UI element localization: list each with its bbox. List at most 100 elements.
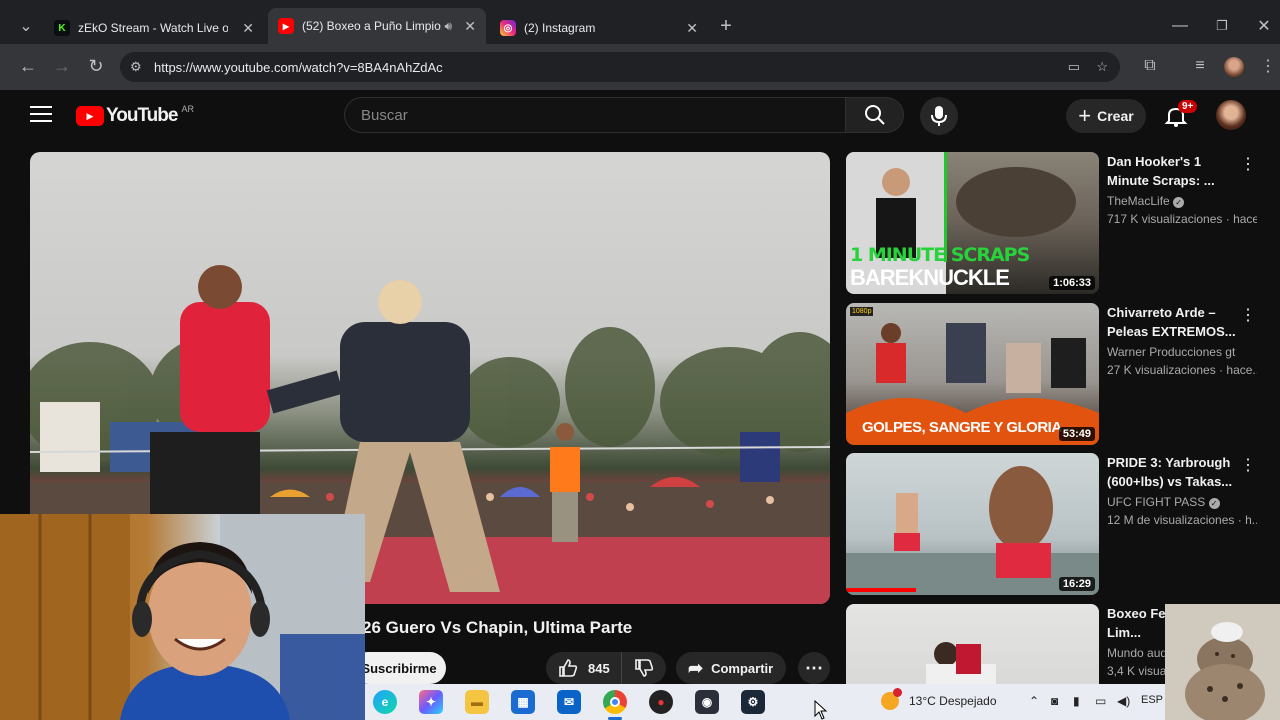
more-horizontal-icon: ⋯ [805,657,823,678]
close-icon[interactable]: ✕ [464,18,476,35]
plus-icon: + [1078,103,1092,128]
youtube-header: ▶ YouTube AR Buscar + Crear 9+ [0,90,1280,142]
recommendation-item[interactable]: 16:29 PRIDE 3: Yarbrough (600+lbs) vs Ta… [846,453,1280,595]
tab-search-icon[interactable]: ⌄ [14,14,38,38]
like-count: 845 [588,660,610,676]
close-icon[interactable]: ✕ [242,20,254,37]
tab-kick[interactable]: K zEkO Stream - Watch Live on Kick ✕ [44,12,264,44]
back-icon[interactable]: ← [16,54,40,78]
language-indicator[interactable]: ESP [1141,694,1163,706]
address-bar[interactable]: ⚙ https://www.youtube.com/watch?v=8BA4nA… [120,52,1120,82]
video-thumbnail[interactable]: 1 MINUTE SCRAPS BAREKNUCKLE 1:06:33 [846,152,1099,294]
youtube-play-icon: ▶ [76,106,104,126]
more-actions-icon[interactable]: ⋮ [1240,455,1256,475]
channel-name[interactable]: Warner Producciones gt [1107,345,1235,359]
volume-icon[interactable]: ◀) [1117,694,1130,708]
share-icon: ➦ [688,657,704,678]
youtube-logo[interactable]: ▶ YouTube AR [76,104,194,127]
tray-overflow-icon[interactable]: ⌃ [1029,694,1039,708]
copilot-icon[interactable]: ✦ [419,690,443,714]
channel-name[interactable]: UFC FIGHT PASS ✓ [1107,495,1220,509]
more-actions-icon[interactable]: ⋮ [1240,154,1256,174]
more-options-button[interactable]: ⋯ [798,652,830,684]
video-title[interactable]: PRIDE 3: Yarbrough (600+lbs) vs Takas... [1107,453,1237,491]
video-title[interactable]: Dan Hooker's 1 Minute Scraps: ... [1107,152,1237,190]
video-meta: 12 M de visualizaciones · h... [1107,513,1257,527]
youtube-wordmark: YouTube [106,105,178,126]
search-button[interactable] [846,97,904,133]
camera-icon[interactable]: ◙ [1051,694,1058,708]
site-info-icon[interactable]: ⚙ [130,59,142,75]
video-meta: 27 K visualizaciones · hace... [1107,363,1257,377]
network-icon[interactable]: ▭ [1095,694,1106,708]
reload-icon[interactable]: ↻ [84,54,108,78]
bookmark-star-icon[interactable]: ☆ [1096,59,1108,75]
create-label: Crear [1097,108,1134,124]
tab-instagram[interactable]: ◎ (2) Instagram ✕ [490,12,708,44]
instagram-favicon-icon: ◎ [500,20,516,36]
duration-badge: 1:06:33 [1049,276,1095,290]
outlook-icon[interactable]: ✉ [557,690,581,714]
dislike-button[interactable] [622,652,666,684]
create-button[interactable]: + Crear [1066,99,1146,133]
kick-favicon-icon: K [54,20,70,36]
file-explorer-icon[interactable]: ▬ [465,690,489,714]
thumbs-down-icon [635,659,654,677]
thumbnail-image [846,466,1099,595]
video-title[interactable]: Chivarreto Arde – Peleas EXTREMOS... [1107,303,1237,341]
restore-icon[interactable]: ❐ [1210,14,1234,38]
notifications-button[interactable]: 9+ [1164,100,1198,130]
thumbnail-overlay-bottom: GOLPES, SANGRE Y GLORIA [862,419,1062,436]
weather-badge [893,688,902,697]
recommendation-item[interactable]: 1 MINUTE SCRAPS BAREKNUCKLE 1:06:33 Dan … [846,152,1280,294]
video-meta: 717 K visualizaciones · hace... [1107,212,1257,226]
mouse-cursor-icon [814,700,828,720]
pet-cam-image [1165,604,1280,720]
thumbnail-image [926,642,996,684]
microphone-tray-icon[interactable]: ▮ [1073,694,1080,708]
thumbs-up-icon [559,659,578,677]
browser-menu-icon[interactable]: ⋮ [1256,54,1280,78]
speaker-icon[interactable]: 🔊︎ [444,19,452,34]
pet-webcam-overlay [1165,604,1280,720]
weather-text[interactable]: 13°C Despejado [909,694,997,708]
share-button[interactable]: ➦ Compartir [676,652,786,684]
extensions-icon[interactable]: ⧉ [1138,54,1162,78]
microphone-icon [931,106,947,126]
video-thumbnail[interactable]: 16:29 [846,453,1099,595]
tab-youtube[interactable]: ▶ (52) Boxeo a Puño Limpio, ... 🔊︎ ✕ [268,8,486,44]
chrome-icon[interactable] [603,690,627,714]
recommendation-item[interactable]: 1080p GOLPES, SANGRE Y GLORIA 53:49 Chiv… [846,303,1280,445]
thumbnail-overlay-bottom: BAREKNUCKLE [850,265,1010,290]
new-tab-icon[interactable]: + [714,14,738,38]
app-icon[interactable]: ● [649,690,673,714]
like-button[interactable]: 845 [546,652,622,684]
hamburger-menu-icon[interactable] [30,106,52,124]
profile-avatar[interactable] [1224,57,1244,77]
account-avatar[interactable] [1216,100,1246,130]
edge-icon[interactable]: e [373,690,397,714]
notification-badge: 9+ [1178,100,1198,113]
forward-icon[interactable]: → [50,54,74,78]
obs-icon[interactable]: ◉ [695,690,719,714]
tab-label: (2) Instagram [524,21,596,35]
search-input[interactable]: Buscar [344,97,846,133]
steam-icon[interactable]: ⚙ [741,690,765,714]
video-thumbnail[interactable]: 1080p GOLPES, SANGRE Y GLORIA 53:49 [846,303,1099,445]
close-icon[interactable]: ✕ [686,20,698,37]
subscribe-button[interactable]: Suscribirme [352,652,446,684]
minimize-icon[interactable]: — [1168,14,1192,38]
video-thumbnail[interactable] [846,604,1099,684]
install-app-icon[interactable]: ▭ [1068,59,1080,75]
like-dislike-group: 845 [546,652,666,684]
youtube-favicon-icon: ▶ [278,18,294,34]
tab-label: (52) Boxeo a Puño Limpio, ... [302,19,442,33]
media-control-icon[interactable]: ≡ [1188,54,1212,78]
voice-search-button[interactable] [920,97,958,135]
channel-name[interactable]: TheMacLife ✓ [1107,194,1185,208]
window-close-icon[interactable]: ✕ [1252,14,1276,38]
store-icon[interactable]: ▦ [511,690,535,714]
tab-label: zEkO Stream - Watch Live on Kick [78,21,228,35]
duration-badge: 53:49 [1058,427,1095,441]
more-actions-icon[interactable]: ⋮ [1240,305,1256,325]
